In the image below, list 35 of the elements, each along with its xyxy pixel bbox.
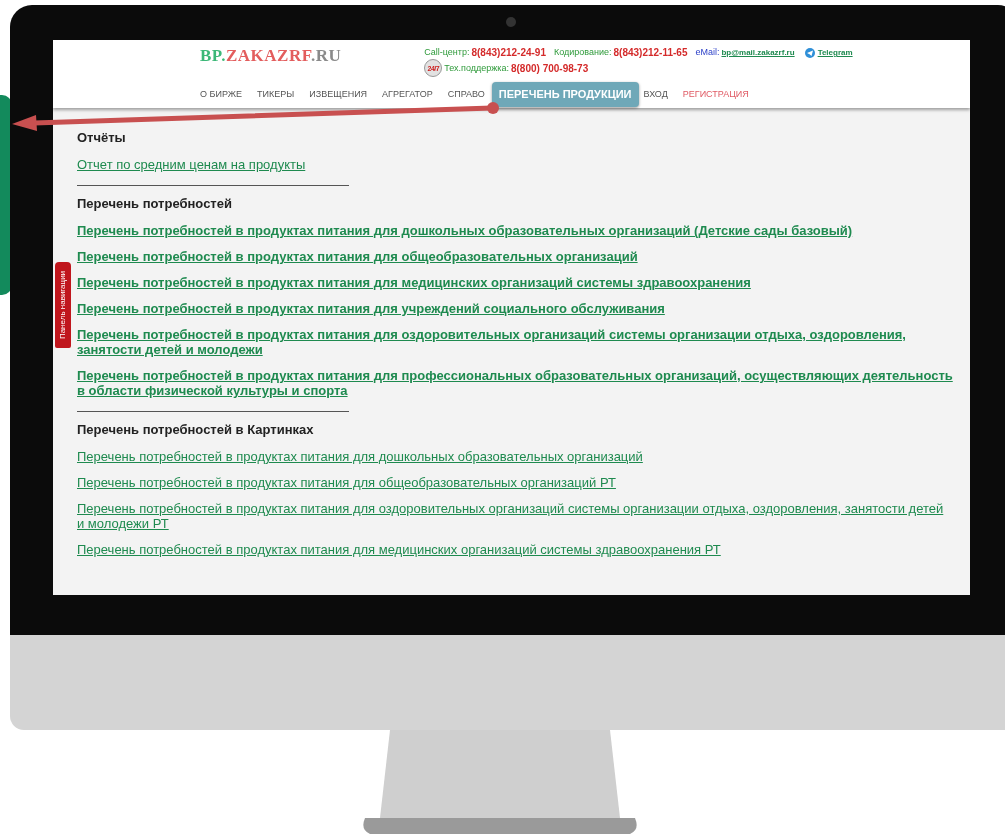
phone-number: 8(843)212-11-65 [613,46,688,59]
nav-link[interactable]: ИЗВЕЩЕНИЯ [309,87,368,101]
telegram-icon [804,47,815,58]
document-link[interactable]: Перечень потребностей в продуктах питания для общеобразовательных организаций [77,249,954,264]
email-link[interactable]: bp@mail.zakazrf.ru [721,46,795,59]
phone-number: 8(800) 700-98-73 [510,61,589,75]
nav-link[interactable]: РЕГИСТРАЦИЯ [682,87,749,101]
phone-number: 8(843)212-24-91 [471,46,546,59]
document-link[interactable]: Перечень потребностей в продуктах питания для дошкольных образовательных организаций (Детские сады базовый) [77,223,954,238]
site-logo[interactable]: BP.ZAKAZRF.RU [200,47,342,64]
document-link[interactable]: Перечень потребностей в продуктах питания для оздоровительных организаций системы организации отдыха, оздоровления, занятости детей и молодежи [77,327,954,357]
nav-link[interactable]: СПРАВО [447,87,485,101]
contact-label: Тех.поддержка: [444,61,509,75]
document-link[interactable]: Перечень потребностей в продуктах питания для общеобразовательных организаций РТ [77,475,954,490]
callout-label: ПЕРЕЧЕНЬ ПРОДУКЦИИ [491,82,639,107]
document-link[interactable]: Перечень потребностей в продуктах питания для оздоровительных организаций системы организации отдыха, оздоровления, занятости детей и молодежи РТ [77,501,954,531]
document-link[interactable]: Перечень потребностей в продуктах питания для профессиональных образовательных организаций, осуществляющих деятельность в области физической культуры и спорта [77,368,954,398]
contact-label: Call-центр: [424,46,470,59]
section-heading: Перечень потребностей [77,196,233,211]
nav-link[interactable]: ВХОД [643,87,668,101]
nav-link[interactable]: ТИКЕРЫ [257,87,295,101]
email-label: eMail: [695,46,720,59]
document-link[interactable]: Перечень потребностей в продуктах питания для дошкольных образовательных организаций [77,449,954,464]
telegram-link[interactable]: Telegram [817,46,853,59]
section-heading: Отчёты [77,130,127,145]
document-link[interactable]: Отчет по средним ценам на продукты [77,157,954,172]
camera-icon [506,17,516,27]
navigation-panel-tab[interactable]: Панель навигации [55,262,71,348]
section-heading: Перечень потребностей в Картинках [77,422,315,437]
nav-link[interactable]: О БИРЖЕ [200,87,243,101]
document-link[interactable]: Перечень потребностей в продуктах питания для медицинских организаций системы здравоохранения [77,275,954,290]
document-link[interactable]: Перечень потребностей в продуктах питания для учреждений социального обслуживания [77,301,954,316]
document-link[interactable]: Перечень потребностей в продуктах питания для медицинских организаций системы здравоохранения РТ [77,542,954,557]
contact-label: Кодирование: [553,46,612,59]
nav-link[interactable]: АГРЕГАТОР [382,87,433,101]
